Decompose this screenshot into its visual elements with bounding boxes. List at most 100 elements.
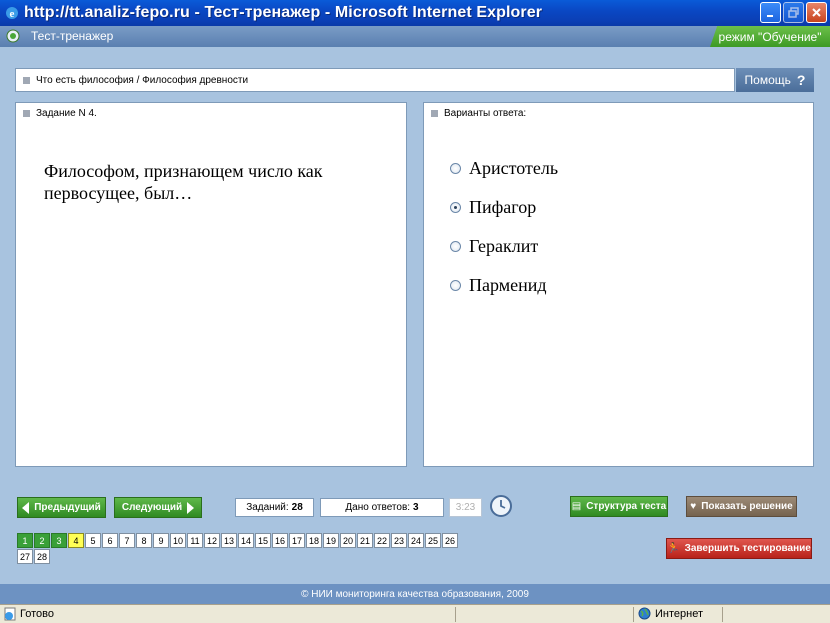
window-title-bar[interactable]: e http://tt.analiz-fepo.ru - Тест-тренаж…: [0, 0, 830, 26]
question-number-button[interactable]: 4: [68, 533, 84, 548]
answered-value: 3: [413, 502, 419, 513]
question-number-button[interactable]: 19: [323, 533, 339, 548]
question-number-button[interactable]: 21: [357, 533, 373, 548]
question-number-button[interactable]: 28: [34, 549, 50, 564]
answers-header-label: Варианты ответа:: [444, 107, 527, 119]
radio-button[interactable]: [450, 163, 461, 174]
book-icon: ♥: [690, 501, 697, 512]
arrow-right-icon: [187, 501, 195, 514]
radio-button[interactable]: [450, 241, 461, 252]
question-number-button[interactable]: 2: [34, 533, 50, 548]
answered-label: Дано ответов:: [345, 502, 411, 513]
close-button[interactable]: [806, 2, 827, 23]
app-title: Тест-тренажер: [31, 29, 114, 43]
answer-list: Аристотель Пифагор Гераклит Парменид: [450, 149, 558, 305]
next-label: Следующий: [121, 502, 183, 513]
next-button[interactable]: Следующий: [114, 497, 202, 518]
ie-icon: e: [6, 7, 18, 20]
question-number-button[interactable]: 6: [102, 533, 118, 548]
status-separator: [633, 607, 634, 622]
page-done-icon: [4, 607, 16, 621]
question-number-button[interactable]: 20: [340, 533, 356, 548]
radio-button[interactable]: [450, 202, 461, 213]
close-icon: [812, 8, 821, 17]
document-icon: ▤: [571, 501, 582, 512]
help-button[interactable]: Помощь ?: [736, 68, 814, 92]
minimize-button[interactable]: [760, 2, 781, 23]
question-number-button[interactable]: 17: [289, 533, 305, 548]
total-tasks-counter: Заданий: 28: [235, 498, 314, 517]
answer-label: Пифагор: [469, 197, 537, 217]
question-number-button[interactable]: 1: [17, 533, 33, 548]
question-number-button[interactable]: 8: [136, 533, 152, 548]
answer-option[interactable]: Аристотель: [450, 149, 558, 188]
clock-icon: [490, 495, 512, 517]
question-number-button[interactable]: 14: [238, 533, 254, 548]
breadcrumb: Что есть философия / Философия древности: [15, 68, 735, 92]
question-number-button[interactable]: 27: [17, 549, 33, 564]
app-header: Тест-тренажер режим "Обучение": [0, 26, 830, 47]
question-number-button[interactable]: 3: [51, 533, 67, 548]
answer-label: Аристотель: [469, 158, 559, 178]
show-solution-label: Показать решение: [701, 501, 793, 512]
question-number-button[interactable]: 16: [272, 533, 288, 548]
question-mark-icon: ?: [796, 72, 806, 88]
task-number: Задание N 4.: [36, 107, 97, 119]
app-logo-icon: [6, 29, 20, 43]
test-structure-button[interactable]: ▤ Структура теста: [570, 496, 668, 517]
total-tasks-label: Заданий:: [246, 502, 289, 513]
mode-badge: режим "Обучение": [710, 26, 830, 47]
question-number-button[interactable]: 9: [153, 533, 169, 548]
radio-button[interactable]: [450, 280, 461, 291]
answers-header: Варианты ответа:: [424, 103, 813, 123]
question-number-button[interactable]: 5: [85, 533, 101, 548]
svg-text:e: e: [10, 8, 15, 20]
status-separator: [722, 607, 723, 622]
question-number-button[interactable]: 22: [374, 533, 390, 548]
square-bullet-icon: [23, 76, 30, 84]
breadcrumb-text: Что есть философия / Философия древности: [36, 74, 249, 86]
previous-button[interactable]: Предыдущий: [17, 497, 106, 518]
answered-counter: Дано ответов: 3: [320, 498, 444, 517]
finish-test-button[interactable]: 🏃 Завершить тестирование: [666, 538, 812, 559]
status-separator: [455, 607, 456, 622]
status-bar: Готово Интернет: [0, 604, 830, 623]
answer-option[interactable]: Гераклит: [450, 227, 558, 266]
question-number-button[interactable]: 13: [221, 533, 237, 548]
question-navigator: 1 2 3 4 5 6 7 8 9 10 11 12 13 14 15 16 17 18 19 20 21 22 23 24 2…: [17, 533, 463, 564]
question-number-button[interactable]: 23: [391, 533, 407, 548]
question-number-button[interactable]: 15: [255, 533, 271, 548]
window-controls: [760, 2, 827, 23]
question-number-button[interactable]: 18: [306, 533, 322, 548]
answer-option[interactable]: Парменид: [450, 266, 558, 305]
question-number-button[interactable]: 10: [170, 533, 186, 548]
question-text: Философом, признающем число как первосущ…: [44, 161, 323, 203]
zone-label: Интернет: [655, 607, 703, 620]
test-structure-label: Структура теста: [586, 501, 667, 512]
main-area: Что есть философия / Философия древности…: [0, 47, 830, 584]
question-number-button[interactable]: 7: [119, 533, 135, 548]
show-solution-button[interactable]: ♥ Показать решение: [686, 496, 797, 517]
previous-label: Предыдущий: [34, 502, 101, 513]
arrow-left-icon: [22, 501, 30, 514]
task-header: Задание N 4.: [16, 103, 406, 123]
square-bullet-icon: [431, 109, 438, 117]
task-panel: Задание N 4. Философом, признающем число…: [15, 102, 407, 467]
restore-icon: [788, 7, 799, 18]
answer-label: Гераклит: [469, 236, 539, 256]
square-bullet-icon: [23, 109, 30, 117]
question-number-button[interactable]: 12: [204, 533, 220, 548]
window-title: http://tt.analiz-fepo.ru - Тест-тренажер…: [24, 4, 543, 21]
total-tasks-value: 28: [291, 502, 303, 513]
timer: 3:23: [449, 498, 482, 517]
help-label: Помощь: [744, 73, 791, 87]
question-number-button[interactable]: 24: [408, 533, 424, 548]
answer-option[interactable]: Пифагор: [450, 188, 558, 227]
question-number-button[interactable]: 26: [442, 533, 458, 548]
status-text: Готово: [20, 608, 54, 620]
question-number-button[interactable]: 11: [187, 533, 203, 548]
question-number-button[interactable]: 25: [425, 533, 441, 548]
finish-test-label: Завершить тестирование: [684, 543, 811, 554]
answers-panel: Варианты ответа: Аристотель Пифагор Гера…: [423, 102, 814, 467]
maximize-button[interactable]: [783, 2, 804, 23]
